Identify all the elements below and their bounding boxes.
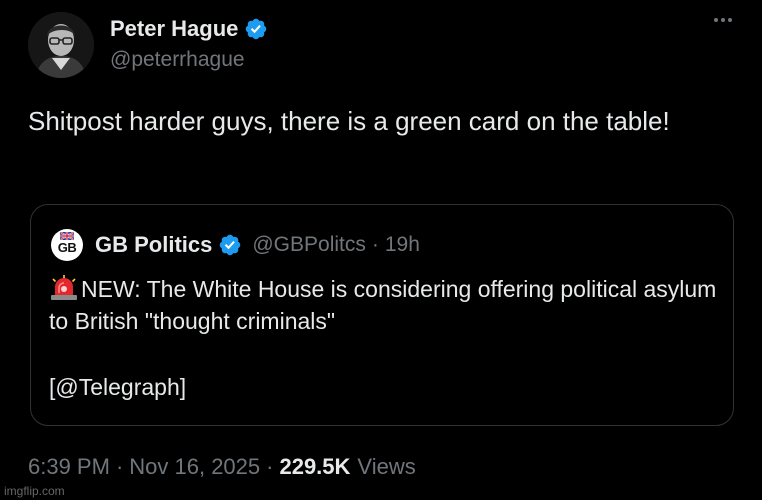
separator-dot: ·	[115, 454, 124, 479]
author-identity: Peter Hague @peterrhague	[110, 14, 268, 72]
quoted-tweet-body: NEW: The White House is considering offe…	[49, 276, 717, 334]
quoted-logo-text: GB	[57, 240, 77, 255]
quoted-display-name[interactable]: GB Politics	[95, 232, 212, 258]
views-label: Views	[357, 454, 416, 479]
author-avatar[interactable]	[28, 12, 94, 78]
author-handle[interactable]: @peterrhague	[110, 48, 268, 72]
quoted-tweet-text: NEW: The White House is considering offe…	[49, 273, 719, 337]
views-count[interactable]: 229.5K	[279, 454, 350, 480]
quoted-tweet-source: [@Telegraph]	[49, 374, 187, 400]
more-options-icon[interactable]	[714, 18, 732, 22]
tweet-date[interactable]: Nov 16, 2025	[129, 454, 260, 480]
quoted-handle[interactable]: @GBPolitcs	[252, 233, 366, 257]
separator-dot: ·	[371, 233, 379, 256]
quoted-timestamp[interactable]: 19h	[385, 233, 420, 257]
separator-dot: ·	[266, 454, 274, 479]
quoted-tweet-card[interactable]: GB GB Politics @GBPolitcs · 19h NEW: The…	[30, 204, 734, 426]
tweet-header: Peter Hague @peterrhague	[28, 12, 738, 84]
author-display-name[interactable]: Peter Hague	[110, 16, 238, 42]
tweet-text: Shitpost harder guys, there is a green c…	[28, 106, 670, 136]
verified-badge-icon	[220, 234, 241, 256]
quoted-author-avatar[interactable]: GB	[51, 229, 83, 261]
tweet-time[interactable]: 6:39 PM	[28, 454, 110, 480]
verified-badge-icon	[246, 18, 267, 40]
quoted-tweet-header: GB GB Politics @GBPolitcs · 19h	[51, 229, 420, 261]
imgflip-watermark: imgflip.com	[4, 484, 65, 498]
tweet-metadata: 6:39 PM · Nov 16, 2025 · 229.5K Views	[28, 454, 416, 480]
siren-emoji-icon	[51, 275, 77, 300]
union-flag-icon	[60, 232, 74, 240]
